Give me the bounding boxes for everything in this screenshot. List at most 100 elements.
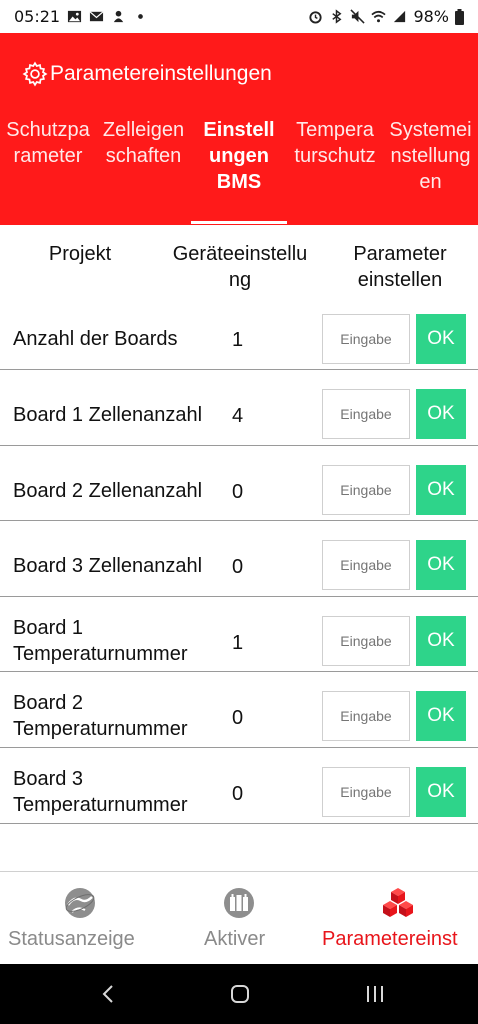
tab-label-line: ungen [209,145,269,167]
row-label: Anzahl der Boards [13,326,178,352]
nav-item-statusanzeige[interactable]: Statusanzeige [0,872,160,965]
row-label: Board 2 Temperaturnummer [13,690,188,742]
battery-icon [455,8,464,25]
row-label-text: Anzahl der Boards [13,328,178,350]
row-label: Board 1 Temperaturnummer [13,615,188,667]
tab-bar: Schutzpa rameter Zelleigen schaften Eins… [0,117,478,225]
row-label-text: Board 1 Zellenanzahl [13,404,203,426]
tab-label-line: Systemei [389,119,472,141]
nav-label: Statusanzeige [8,928,135,950]
column-header-set-parameter: Parameter einstellen [330,241,470,293]
ok-button[interactable]: OK [416,465,466,515]
gallery-icon [68,10,82,23]
tab-label-line: schaften [105,145,182,167]
table-row: Anzahl der Boards 1 OK [0,305,478,370]
column-header-text: Projekt [48,243,112,265]
row-label-text: Board 2 [13,692,84,714]
table-row: Board 3 Zellenanzahl 0 OK [0,521,478,597]
ok-button[interactable]: OK [416,691,466,741]
column-header-text: Geräteeinstellu [172,243,308,265]
mute-icon [350,9,366,24]
row-label-text: Board 2 Zellenanzahl [13,480,203,502]
tab-label-line: Tempera [296,119,374,141]
ok-button[interactable]: OK [416,389,466,439]
parameter-input[interactable] [322,540,410,590]
tab-label-line: rameter [13,145,83,167]
tab-label-line: Zelleigen [102,119,185,141]
alarm-icon [309,11,323,24]
parameter-input[interactable] [322,616,410,666]
row-value: 1 [232,632,244,654]
app-header: Parametereinstellungen Schutzpa rameter … [0,33,478,225]
notification-icon [113,10,124,23]
tab-label-line: Einstell [203,119,275,141]
row-label-text: Temperaturnummer [13,718,188,740]
home-icon[interactable] [230,984,250,1004]
ok-button[interactable]: OK [416,767,466,817]
tab-label-line: nstellung [390,145,471,167]
tab-schutzparameter[interactable]: Schutzpa rameter [0,117,96,169]
row-label: Board 3 Zellenanzahl [13,553,202,579]
parameter-input[interactable] [322,767,410,817]
table-row: Board 1 Temperaturnummer 1 OK [0,597,478,672]
balancer-icon [224,888,254,918]
bluetooth-icon [332,9,342,24]
ok-button[interactable]: OK [416,314,466,364]
column-header-device-setting: Geräteeinstellu ng [160,241,320,293]
mail-icon [89,11,104,22]
tab-systemeinstellungen[interactable]: Systemei nstellung en [383,117,478,195]
page-title: Parametereinstellungen [50,62,272,85]
row-label: Board 1 Zellenanzahl [13,402,202,428]
row-label-text: Board 1 [13,617,84,639]
tab-label-line: en [419,171,442,193]
row-value: 0 [232,556,244,578]
nav-label: Parametereinst [322,928,458,950]
gear-icon [22,61,48,87]
active-tab-indicator [191,221,287,224]
row-value: 4 [232,405,244,427]
nav-label: Aktiver [204,928,266,950]
row-label-text: Board 3 Zellenanzahl [13,555,203,577]
dot-icon [138,14,143,19]
row-label-text: Board 3 [13,768,84,790]
row-value: 1 [232,329,244,351]
column-header-project: Projekt [20,241,140,267]
row-label: Board 3 Temperaturnummer [13,766,188,818]
column-header-text: ng [228,269,252,291]
back-icon[interactable] [101,984,115,1004]
cubes-icon [383,888,413,917]
row-value: 0 [232,707,244,729]
wifi-icon [371,10,387,23]
recent-apps-icon[interactable] [365,984,385,1004]
column-header-text: einstellen [357,269,443,291]
row-label: Board 2 Zellenanzahl [13,478,202,504]
signal-icon [394,10,406,23]
tab-zelleigenschaften[interactable]: Zelleigen schaften [96,117,191,169]
table-header: Projekt Geräteeinstellu ng Parameter ein… [0,225,478,305]
tab-label-line: Schutzpa [6,119,90,141]
status-time: 05:21 [14,7,61,26]
system-navigation-bar [0,964,478,1024]
tab-label-line: turschutz [294,145,376,167]
ok-button[interactable]: OK [416,616,466,666]
nav-item-aktiver[interactable]: Aktiver [160,872,318,965]
title-row: Parametereinstellungen [22,61,272,87]
globe-icon [65,888,95,918]
ok-button[interactable]: OK [416,540,466,590]
row-label-text: Temperaturnummer [13,794,188,816]
parameter-input[interactable] [322,465,410,515]
parameter-input[interactable] [322,389,410,439]
row-value: 0 [232,481,244,503]
row-value: 0 [232,783,244,805]
tab-label-line: BMS [216,171,262,193]
table-row: Board 1 Zellenanzahl 4 OK [0,370,478,446]
row-label-text: Temperaturnummer [13,643,188,665]
tab-einstellungen-bms[interactable]: Einstell ungen BMS [191,117,287,195]
tab-temperaturschutz[interactable]: Tempera turschutz [287,117,383,169]
bottom-navigation: Statusanzeige Aktiver Parametereinst [0,871,478,964]
parameter-input[interactable] [322,314,410,364]
column-header-text: Parameter [353,243,447,265]
parameter-input[interactable] [322,691,410,741]
nav-item-parametereinstellungen[interactable]: Parametereinst [318,872,478,965]
battery-percent: 98% [413,7,449,26]
